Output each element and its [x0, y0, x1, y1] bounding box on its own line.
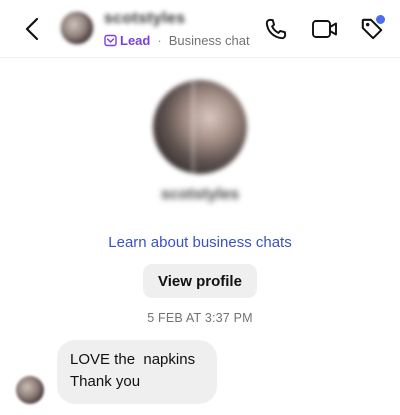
message-timestamp: 5 FEB AT 3:37 PM	[147, 311, 253, 325]
lead-label: Lead	[120, 33, 151, 48]
separator-dot: ·	[157, 33, 162, 48]
video-camera-icon	[312, 20, 337, 38]
message-text-line: Thank you	[70, 373, 141, 390]
video-call-button[interactable]	[310, 14, 340, 44]
phone-icon	[265, 18, 287, 40]
notification-dot	[375, 14, 386, 25]
lead-badge[interactable]: Lead	[104, 33, 150, 48]
profile-name: scotstyles	[160, 186, 240, 203]
contact-subtitle: Lead · Business chat	[104, 33, 250, 48]
back-button[interactable]	[18, 14, 46, 44]
message-text-line: LOVE the napkins	[70, 351, 196, 368]
message-sender-avatar[interactable]	[16, 376, 44, 404]
view-profile-button[interactable]: View profile	[143, 264, 257, 298]
business-chat-label: Business chat	[168, 33, 250, 48]
chat-header: scotstyles Lead · Business chat	[0, 0, 400, 58]
contact-name[interactable]: scotstyles	[104, 10, 185, 28]
voice-call-button[interactable]	[261, 14, 291, 44]
contact-avatar[interactable]	[59, 10, 95, 46]
learn-business-chats-link[interactable]: Learn about business chats	[0, 234, 400, 251]
lead-tag-icon	[104, 34, 117, 47]
incoming-message-bubble[interactable]: LOVE the napkins Thank you	[57, 340, 217, 404]
chat-screen: scotstyles Lead · Business chat scotstyl…	[0, 0, 400, 415]
profile-avatar[interactable]	[153, 80, 247, 174]
back-arrow-icon	[25, 17, 39, 41]
